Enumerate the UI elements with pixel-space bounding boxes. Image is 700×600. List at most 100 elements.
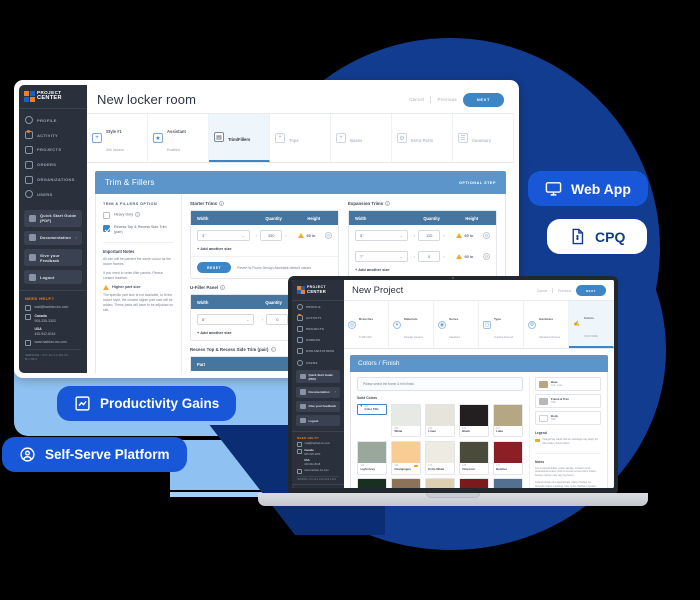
help-email-row[interactable]: mail@hadrian-inc.com <box>25 304 81 311</box>
tab-hardware[interactable]: ⚙ Hardware Standard Chrome <box>524 301 569 348</box>
color-swatch[interactable]: 102 Light Grey <box>357 440 388 475</box>
badge-self-serve-platform[interactable]: Self-Serve Platform <box>2 437 187 472</box>
color-swatch[interactable]: 167Moss Green <box>357 478 388 488</box>
color-swatch[interactable]: 494Colonial Blue <box>492 478 523 488</box>
row-settings-icon[interactable]: ⚙ <box>483 232 490 239</box>
option-recess-trim[interactable]: Recess Top & Recess Side Trim (pair) <box>103 225 174 236</box>
color-swatch[interactable]: 487Bordeaux <box>458 478 490 488</box>
quantity-stepper[interactable]: ‹ 110 › <box>412 230 446 241</box>
quantity-input[interactable]: 330 <box>260 230 283 241</box>
reset-button[interactable]: RESET <box>197 262 232 274</box>
tab-tops[interactable]: + Tops <box>270 114 331 162</box>
quick-start-guide-button-2[interactable]: Quick Start Guide (PDF) <box>296 369 340 384</box>
badge-web-app[interactable]: Web App <box>528 171 648 206</box>
color-swatch[interactable]: 098 White <box>390 403 422 438</box>
sidebar-item-orders[interactable]: ORDERS <box>19 157 87 172</box>
option-heavy-duty[interactable]: Heavy Duty i <box>103 212 174 219</box>
sidebar2-item-activity[interactable]: ACTIVITY <box>292 312 344 323</box>
logout-button-2[interactable]: Logout <box>296 415 340 427</box>
row-settings-icon[interactable]: ⚙ <box>483 253 490 260</box>
cancel-button-2[interactable]: Cancel <box>537 289 547 293</box>
sidebar2-item-projects[interactable]: PROJECTS <box>292 323 344 334</box>
help-website-row[interactable]: www.hadrian-inc.com <box>25 339 81 346</box>
color-swatch[interactable]: 104 Linen <box>424 403 456 438</box>
tab-branches[interactable]: ◎ Branches TURN INC <box>344 301 389 348</box>
width-select[interactable]: 8" ⌄ <box>197 314 255 326</box>
color-swatch[interactable]: 140 Charcoal <box>458 440 490 475</box>
next-button-2[interactable]: NEXT <box>575 285 606 296</box>
badge-cpq[interactable]: CPQ <box>547 219 648 254</box>
selected-finish-item[interactable]: Frame & Trim TBD <box>535 394 601 408</box>
sidebar-item-users[interactable]: USERS <box>19 187 87 202</box>
tab-series[interactable]: ◉ Series Standard <box>434 301 479 348</box>
color-swatch[interactable]: 181Sahara <box>390 478 422 488</box>
tab-assistant[interactable]: ★ Assistant Enabled <box>148 114 209 162</box>
width-select[interactable]: 7" ⌄ <box>355 251 408 262</box>
quantity-stepper[interactable]: ‹ 0 › <box>412 251 446 262</box>
tab-summary[interactable]: ☰ Summary <box>453 114 514 162</box>
documentation-button[interactable]: Documentation › <box>24 230 82 246</box>
quantity-stepper[interactable]: ‹ 330 › <box>254 230 288 241</box>
sidebar2-item-users[interactable]: USERS <box>292 357 344 368</box>
selected-finish-item[interactable]: Base 124 - Latte <box>535 377 601 391</box>
increment-icon[interactable]: › <box>443 254 445 259</box>
color-swatch[interactable]: 124 Latte <box>492 403 523 438</box>
logout-button[interactable]: Logout <box>24 270 82 285</box>
width-select[interactable]: 3" ⌄ <box>197 230 250 241</box>
quick-start-guide-button[interactable]: Quick Start Guide (PDF) <box>24 209 82 227</box>
quantity-input[interactable]: 110 <box>418 230 441 241</box>
give-feedback-button[interactable]: Give your Feedback <box>24 249 82 267</box>
increment-icon[interactable]: › <box>285 233 287 238</box>
row-settings-icon[interactable]: ⚙ <box>325 232 332 239</box>
previous-button-2[interactable]: Previous <box>558 289 571 293</box>
increment-icon[interactable]: › <box>443 233 445 238</box>
quantity-input[interactable]: 0 <box>266 314 289 326</box>
printer-save-toggle-row[interactable]: Colors / Finish <box>292 484 344 488</box>
tab-extra-parts[interactable]: ⚙ Extra Parts <box>392 114 453 162</box>
decrement-icon[interactable]: ‹ <box>414 254 416 259</box>
help-website-row[interactable]: www.hadrian-inc.com <box>297 469 339 474</box>
sidebar2-item-orders[interactable]: ORDERS <box>292 335 344 346</box>
sidebar-item-organizations[interactable]: ORGANIZATIONS <box>19 172 87 187</box>
sidebar-item-projects[interactable]: PROJECTS <box>19 143 87 158</box>
documentation-button-2[interactable]: Documentation › <box>296 386 340 398</box>
sidebar2-item-organizations[interactable]: ORGANIZATIONS <box>292 346 344 357</box>
tab-type[interactable]: ▢ Type Hushed Ground <box>479 301 524 348</box>
tab-trim-fillers[interactable]: ▤ Trim/Fillers <box>209 114 270 162</box>
app-logo[interactable]: PROJECT CENTER <box>19 85 87 109</box>
badge-productivity-gains[interactable]: Productivity Gains <box>57 386 237 421</box>
info-icon[interactable]: i <box>219 201 225 206</box>
selected-finish-item[interactable]: Body TBD <box>535 411 601 425</box>
color-swatch[interactable]: 147 Extra White <box>424 440 456 475</box>
tab-style[interactable]: + Style #1 400 lockers <box>87 114 148 162</box>
color-swatch[interactable]: 176 Butcher <box>492 440 523 475</box>
app-logo-2[interactable]: PROJECT CENTER <box>292 280 344 301</box>
quantity-input[interactable]: 0 <box>418 251 441 262</box>
width-select[interactable]: 5" ⌄ <box>355 230 408 241</box>
sidebar-item-activity[interactable]: ACTIVITY <box>19 128 87 143</box>
cancel-button[interactable]: Cancel <box>409 97 424 102</box>
info-icon[interactable]: i <box>135 212 141 217</box>
sidebar-item-profile[interactable]: PROFILE <box>19 113 87 128</box>
tab-bases[interactable]: + Bases <box>331 114 392 162</box>
decrement-icon[interactable]: ‹ <box>256 233 258 238</box>
checkbox-checked-icon[interactable] <box>103 225 110 232</box>
info-icon[interactable]: i <box>220 285 226 291</box>
decrement-icon[interactable]: ‹ <box>262 317 264 322</box>
previous-button[interactable]: Previous <box>437 97 456 102</box>
help-email-row[interactable]: mail@hadrian-inc.com <box>297 442 339 447</box>
checkbox-unchecked-icon[interactable] <box>103 212 110 219</box>
color-swatch[interactable]: 145 Champagne <box>390 440 422 475</box>
info-icon[interactable]: i <box>270 347 276 353</box>
color-swatch[interactable]: 433Almond <box>424 478 456 488</box>
color-swatch[interactable]: 101 Black <box>458 403 490 438</box>
tab-colors[interactable]: ✍ Colors SOLITAIRE <box>569 301 614 348</box>
tab-materials[interactable]: ✦ Materials Powder Coated <box>389 301 434 348</box>
color-swatch[interactable]: 000 Color Title <box>357 403 388 415</box>
sidebar2-item-profile[interactable]: PROFILE <box>292 301 344 312</box>
give-feedback-button-2[interactable]: Give your Feedback <box>296 400 340 412</box>
add-another-size-link[interactable]: + Add another size <box>191 246 338 256</box>
info-icon[interactable]: i <box>385 201 391 206</box>
decrement-icon[interactable]: ‹ <box>414 233 416 238</box>
next-button[interactable]: NEXT <box>462 92 504 107</box>
